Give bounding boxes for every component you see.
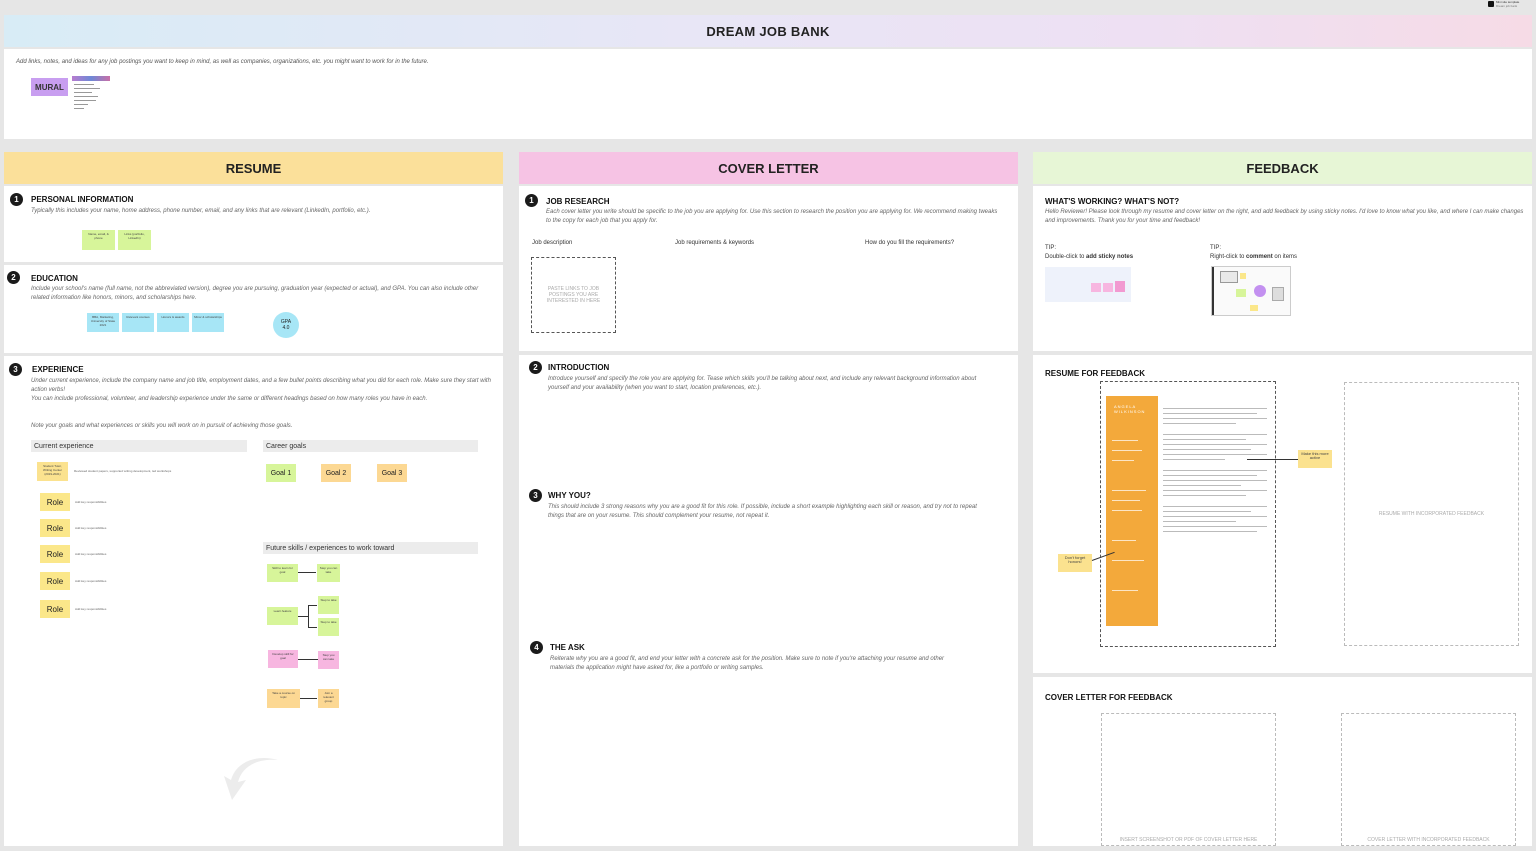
step-number: 1	[10, 193, 23, 206]
mural-icon	[1488, 1, 1494, 7]
role-sticky[interactable]: Role	[40, 545, 70, 563]
sticky-note[interactable]: Step to take	[318, 618, 339, 636]
resume-document[interactable]: ANGELA WILKINSON	[1100, 381, 1276, 647]
cover-body-section: 2 INTRODUCTION Introduce yourself and sp…	[519, 355, 1018, 846]
column-label: Job requirements & keywords	[675, 240, 755, 246]
resume-column-header: RESUME	[4, 152, 503, 184]
paste-links-dropzone[interactable]: PASTE LINKS TO JOB POSTINGS YOU ARE INTE…	[531, 257, 616, 333]
section-desc: Typically this includes your name, home …	[31, 208, 371, 214]
sticky-note[interactable]: Honors & awards	[157, 313, 189, 332]
section-title: WHAT'S WORKING? WHAT'S NOT?	[1045, 197, 1180, 206]
section-title: COVER LETTER FOR FEEDBACK	[1045, 693, 1173, 702]
section-desc: Reiterate why you are a good fit, and en…	[550, 656, 945, 671]
section-title: EDUCATION	[31, 274, 78, 283]
career-goals-label: Career goals	[263, 440, 478, 452]
section-desc: Each cover letter you write should be sp…	[546, 209, 998, 224]
sticky-note[interactable]: Step to take	[318, 596, 339, 614]
role-description: Add key responsibilities	[75, 579, 107, 583]
section-title: JOB RESEARCH	[546, 197, 610, 206]
sticky-note[interactable]: Name, email, & phone	[82, 230, 115, 250]
workspace-badge: Mini site template Dream job bank	[1488, 0, 1534, 8]
cover-incorporated-dropzone[interactable]: COVER LETTER WITH INCORPORATED FEEDBACK	[1341, 713, 1516, 846]
tip-comment-illustration	[1211, 266, 1291, 316]
intro-text: Add links, notes, and ideas for any job …	[16, 59, 429, 65]
sticky-note[interactable]: Develop skill for goal	[268, 650, 298, 668]
resume-incorporated-dropzone[interactable]: RESUME WITH INCORPORATED FEEDBACK	[1344, 382, 1519, 646]
step-number: 1	[525, 194, 538, 207]
cover-letter-column-header: COVER LETTER	[519, 152, 1018, 184]
role-description: Add key responsibilities	[75, 607, 107, 611]
feedback-column-header: FEEDBACK	[1033, 152, 1532, 184]
column-label: How do you fill the requirements?	[865, 240, 955, 246]
role-sticky[interactable]: Role	[40, 600, 70, 618]
role-description: Reviewed student papers, supported writi…	[74, 469, 172, 473]
feedback-sticky[interactable]: Don't forget honors!	[1058, 554, 1092, 572]
section-title: WHY YOU?	[548, 491, 591, 500]
tip-text: Double-click to add sticky notes	[1045, 254, 1134, 260]
sticky-note[interactable]: Join a relevant group	[318, 689, 339, 708]
tip-label: TIP:	[1045, 245, 1057, 251]
step-number: 2	[529, 361, 542, 374]
future-skills-label: Future skills / experiences to work towa…	[263, 542, 478, 554]
step-number: 2	[7, 271, 20, 284]
resume-body-lines	[1163, 404, 1267, 536]
section-desc: Hello Reviewer! Please look through my r…	[1045, 209, 1524, 224]
role-sticky[interactable]: Role	[40, 572, 70, 590]
cover-feedback-section: COVER LETTER FOR FEEDBACK INSERT SCREENS…	[1033, 677, 1532, 846]
role-sticky[interactable]: Role	[40, 519, 70, 537]
sticky-note[interactable]: Relevant courses	[122, 313, 154, 332]
feedback-intro-section: WHAT'S WORKING? WHAT'S NOT? Hello Review…	[1033, 186, 1532, 351]
section-desc: Include your school's name (full name, n…	[31, 286, 479, 301]
cover-letter-dropzone[interactable]: INSERT SCREENSHOT OR PDF OF COVER LETTER…	[1101, 713, 1276, 846]
sticky-note[interactable]: Learn feature	[267, 607, 298, 625]
section-desc: You can include professional, volunteer,…	[31, 396, 428, 402]
experience-section: 3 EXPERIENCE Under current experience, i…	[4, 356, 503, 846]
role-sticky[interactable]: Role	[40, 493, 70, 511]
board-title: DREAM JOB BANK	[706, 23, 830, 39]
board-title-banner: DREAM JOB BANK	[4, 15, 1532, 47]
sticky-note[interactable]: Step you can take	[318, 651, 339, 669]
sticky-note[interactable]: BBA, Marketing, University of State 2021	[87, 313, 119, 332]
section-desc: This should include 3 strong reasons why…	[548, 504, 977, 519]
tip-sticky-illustration	[1045, 267, 1131, 302]
role-description: Add key responsibilities	[75, 552, 107, 556]
step-number: 3	[9, 363, 22, 376]
intro-panel: Add links, notes, and ideas for any job …	[4, 49, 1532, 139]
column-label: Job description	[532, 240, 573, 246]
section-desc: Under current experience, include the co…	[31, 378, 491, 393]
role-description: Add key responsibilities	[75, 526, 107, 530]
section-title: THE ASK	[550, 643, 585, 652]
sticky-note[interactable]: Take a course on topic	[267, 689, 300, 708]
section-title: PERSONAL INFORMATION	[31, 195, 134, 204]
sticky-note[interactable]: Step you can take	[317, 564, 340, 582]
feedback-sticky[interactable]: Make this more active	[1298, 450, 1332, 468]
sticky-note[interactable]: Student Tutor, Writing Center (2019-2021…	[37, 462, 68, 481]
job-research-section: 1 JOB RESEARCH Each cover letter you wri…	[519, 186, 1018, 351]
mural-logo: MURAL	[31, 78, 68, 96]
goal-sticky[interactable]: Goal 2	[321, 464, 351, 482]
goal-sticky[interactable]: Goal 3	[377, 464, 407, 482]
goal-sticky[interactable]: Goal 1	[266, 464, 296, 482]
section-title: INTRODUCTION	[548, 363, 610, 372]
sticky-note[interactable]: Skill to learn for goal	[267, 564, 298, 582]
resume-sidebar: ANGELA WILKINSON	[1106, 396, 1158, 626]
sticky-note[interactable]: Minor & scholarships	[192, 313, 224, 332]
step-number: 3	[529, 489, 542, 502]
personal-info-section: 1 PERSONAL INFORMATION Typically this in…	[4, 186, 503, 262]
gpa-circle[interactable]: GPA 4.0	[273, 312, 299, 338]
template-thumbnail[interactable]	[72, 76, 110, 132]
resume-feedback-section: RESUME FOR FEEDBACK ANGELA WILKINSON Mak…	[1033, 355, 1532, 673]
tip-label: TIP:	[1210, 245, 1222, 251]
tip-text: Right-click to comment on items	[1210, 254, 1298, 260]
step-number: 4	[530, 641, 543, 654]
section-desc: Note your goals and what experiences or …	[31, 423, 293, 429]
role-description: Add key responsibilities	[75, 500, 107, 504]
section-title: RESUME FOR FEEDBACK	[1045, 369, 1146, 378]
education-section: 2 EDUCATION Include your school's name (…	[4, 265, 503, 353]
section-desc: Introduce yourself and specify the role …	[548, 376, 977, 391]
section-title: EXPERIENCE	[32, 365, 84, 374]
sticky-note[interactable]: Links (portfolio, LinkedIn)	[118, 230, 151, 250]
decorative-arrow-icon	[224, 758, 278, 800]
current-experience-label: Current experience	[31, 440, 247, 452]
